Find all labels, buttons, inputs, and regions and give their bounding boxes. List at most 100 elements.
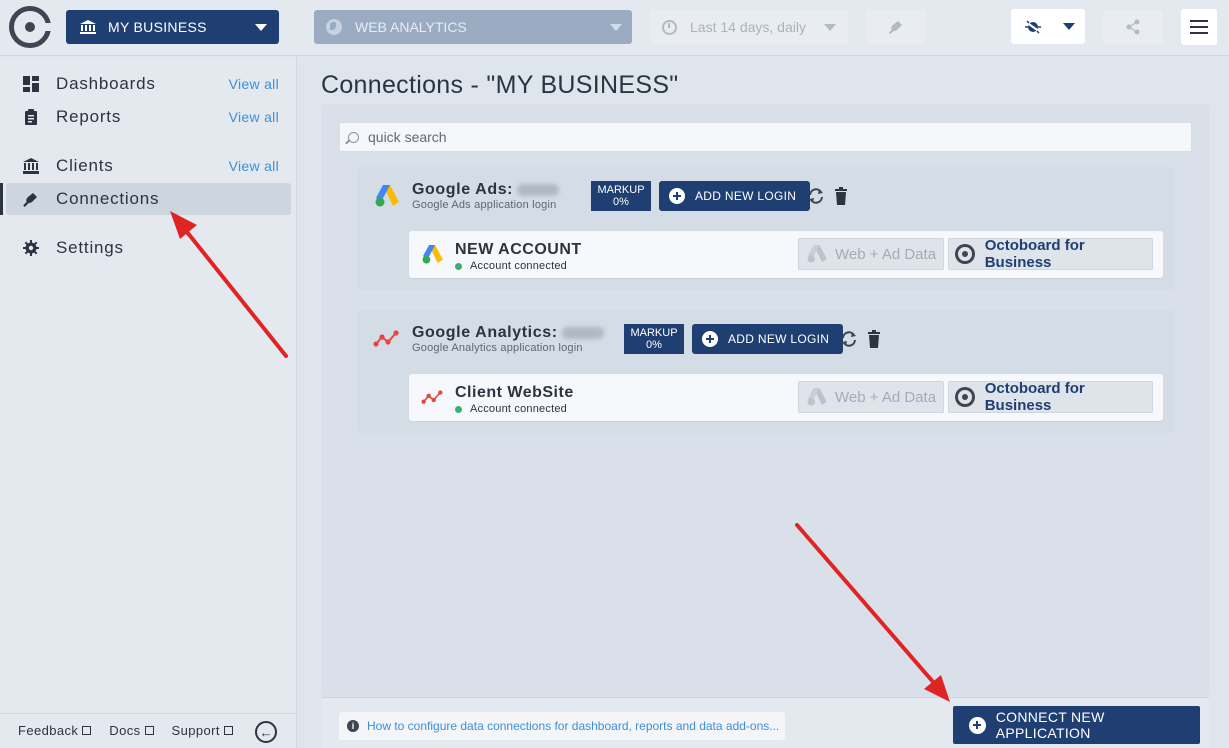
collapse-sidebar-icon[interactable]: ←: [255, 721, 277, 743]
support-link[interactable]: Support: [172, 723, 233, 738]
octoboard-label: Octoboard for Business: [984, 380, 1085, 414]
feedback-label: Feedback: [18, 723, 79, 738]
active-indicator: [0, 183, 3, 215]
sidebar-item-label: Connections: [56, 189, 160, 208]
google-analytics-icon: [373, 330, 399, 347]
plug-icon: [888, 21, 902, 35]
account-status: Account connected: [455, 403, 567, 415]
add-new-login-button[interactable]: ADD NEW LOGIN: [692, 324, 844, 354]
app-subtitle: Google Ads application login: [412, 199, 557, 211]
chevron-down-icon: [255, 24, 267, 31]
sidebar-item-label: Dashboards: [56, 74, 156, 93]
app-name: Google Ads:: [412, 181, 514, 198]
trash-icon[interactable]: [865, 330, 883, 348]
clipboard-icon: [25, 109, 37, 125]
app-title: Google Ads:: [412, 181, 560, 199]
account-status-label: Account connected: [470, 403, 567, 415]
sidebar-item-label: Clients: [56, 156, 114, 175]
view-all-clients-link[interactable]: View all: [229, 158, 279, 174]
octoboard-logo-icon: [955, 244, 975, 264]
sidebar-item-clients[interactable]: Clients View all: [6, 150, 291, 182]
view-all-dashboards-link[interactable]: View all: [229, 76, 279, 92]
info-icon: i: [347, 720, 359, 732]
help-link-label: How to configure data connections for da…: [367, 719, 780, 733]
octoboard-logo-icon: [955, 387, 975, 407]
status-dot-icon: [455, 405, 462, 413]
application-select-label: WEB ANALYTICS: [355, 19, 467, 35]
google-analytics-icon: [421, 390, 443, 404]
chevron-down-icon: [824, 24, 836, 31]
account-card[interactable]: Client WebSite Account connected Web + A…: [409, 374, 1163, 421]
google-ads-icon: [807, 245, 827, 263]
connections-button[interactable]: [866, 10, 926, 44]
date-range-label: Last 14 days, daily: [690, 19, 806, 35]
markup-badge[interactable]: MARKUP 0%: [624, 324, 684, 354]
web-ad-data-label: Web + Ad Data: [835, 245, 937, 263]
markup-label: MARKUP: [630, 327, 678, 339]
application-select[interactable]: WEB ANALYTICS: [314, 10, 632, 44]
refresh-icon[interactable]: [840, 330, 858, 348]
markup-badge[interactable]: MARKUP 0%: [591, 181, 651, 211]
refresh-icon[interactable]: [807, 187, 825, 205]
chevron-down-icon: [610, 24, 622, 31]
dashboard-grid-icon: [23, 76, 39, 92]
external-link-icon: [82, 726, 92, 735]
external-link-icon: [223, 726, 233, 735]
markup-value: 0%: [646, 339, 662, 351]
connect-new-application-button[interactable]: CONNECT NEW APPLICATION: [953, 706, 1200, 744]
octoboard-logo-icon[interactable]: [9, 6, 52, 48]
plus-circle-icon: [702, 331, 718, 347]
share-button[interactable]: [1103, 10, 1163, 44]
sidebar-footer: Feedback Docs Support ←: [0, 713, 296, 747]
chevron-down-icon: [1063, 23, 1075, 30]
app-title: Google Analytics:: [412, 324, 604, 342]
docs-label: Docs: [109, 723, 141, 738]
connection-group-google-analytics: Google Analytics: Google Analytics appli…: [357, 310, 1174, 433]
account-card[interactable]: NEW ACCOUNT Account connected Web + Ad D…: [409, 231, 1163, 278]
business-select[interactable]: MY BUSINESS: [66, 10, 279, 44]
blurred-account-name: [561, 326, 604, 339]
bank-icon: [23, 158, 39, 174]
google-ads-icon: [807, 388, 827, 406]
date-range-select[interactable]: Last 14 days, daily: [650, 10, 848, 44]
account-status: Account connected: [455, 260, 567, 272]
view-all-reports-link[interactable]: View all: [229, 109, 279, 125]
support-label: Support: [171, 723, 220, 738]
web-ad-data-button[interactable]: Web + Ad Data: [798, 381, 944, 413]
blurred-account-name: [517, 183, 560, 196]
help-link[interactable]: i How to configure data connections for …: [339, 712, 785, 740]
add-new-login-button[interactable]: ADD NEW LOGIN: [659, 181, 811, 211]
search-input[interactable]: quick search: [339, 122, 1192, 152]
share-icon: [1126, 19, 1140, 35]
sidebar-item-label: Settings: [56, 238, 124, 257]
sidebar-item-settings[interactable]: Settings: [6, 232, 291, 264]
clock-icon: [662, 19, 677, 35]
connection-group-google-ads: Google Ads: Google Ads application login…: [357, 167, 1174, 290]
sidebar-item-dashboards[interactable]: Dashboards View all: [6, 68, 291, 100]
app-name: Google Analytics:: [412, 324, 558, 341]
octoboard-for-business-button[interactable]: Octoboard for Business: [948, 237, 1153, 271]
web-ad-data-label: Web + Ad Data: [835, 388, 937, 406]
sidebar: Dashboards View all Reports View all Cli…: [0, 57, 297, 748]
google-ads-icon: [375, 185, 399, 207]
search-placeholder: quick search: [368, 129, 447, 145]
web-ad-data-button[interactable]: Web + Ad Data: [798, 238, 944, 270]
add-new-login-label: ADD NEW LOGIN: [695, 189, 797, 203]
gear-icon: [23, 240, 39, 256]
page-title: Connections - "MY BUSINESS": [321, 71, 679, 99]
octoboard-for-business-button[interactable]: Octoboard for Business: [948, 380, 1153, 414]
sidebar-item-reports[interactable]: Reports View all: [6, 101, 291, 133]
hamburger-menu-icon[interactable]: [1181, 9, 1217, 45]
plus-circle-icon: [969, 716, 986, 734]
feedback-link[interactable]: Feedback: [18, 723, 92, 738]
account-status-label: Account connected: [470, 260, 567, 272]
sidebar-item-label: Reports: [56, 107, 122, 126]
markup-label: MARKUP: [597, 184, 645, 196]
trash-icon[interactable]: [832, 187, 850, 205]
sidebar-item-connections[interactable]: Connections: [6, 183, 291, 215]
business-select-label: MY BUSINESS: [108, 19, 207, 35]
globe-icon: [326, 19, 342, 35]
docs-link[interactable]: Docs: [109, 723, 154, 738]
theme-menu-button[interactable]: [1011, 9, 1085, 44]
plus-circle-icon: [669, 188, 685, 204]
